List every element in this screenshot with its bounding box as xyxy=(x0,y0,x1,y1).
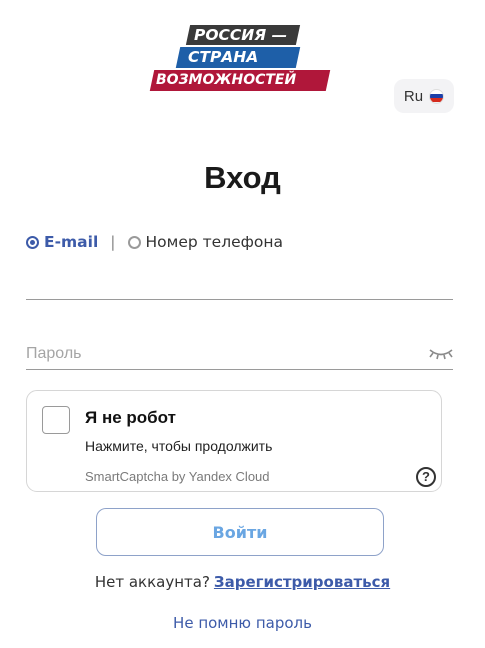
tab-separator: | xyxy=(110,233,116,251)
language-switcher[interactable]: Ru xyxy=(394,79,454,113)
logo-line2: СТРАНА xyxy=(188,48,259,66)
language-label: Ru xyxy=(403,87,424,105)
tab-phone-label: Номер телефона xyxy=(145,233,284,251)
register-link[interactable]: Зарегистрироваться xyxy=(214,573,390,591)
tab-email[interactable]: E-mail xyxy=(26,233,98,251)
register-prompt-text: Нет аккаунта? xyxy=(94,573,210,591)
captcha-title: Я не робот xyxy=(85,408,176,427)
login-method-tabs: E-mail | Номер телефона xyxy=(26,233,283,251)
logo-line1: РОССИЯ — xyxy=(194,26,288,44)
register-prompt: Нет аккаунта? Зарегистрироваться xyxy=(0,573,485,591)
captcha-widget: Я не робот Нажмите, чтобы продолжить Sma… xyxy=(26,390,442,492)
logo: РОССИЯ — СТРАНА ВОЗМОЖНОСТЕЙ xyxy=(149,25,331,95)
forgot-password-link[interactable]: Не помню пароль xyxy=(0,614,485,632)
tab-email-label: E-mail xyxy=(44,233,99,251)
radio-unselected-icon xyxy=(127,235,141,249)
captcha-brand: SmartCaptcha by Yandex Cloud xyxy=(85,469,270,484)
eye-closed-icon[interactable] xyxy=(428,347,454,361)
password-input[interactable] xyxy=(26,338,453,370)
tab-phone[interactable]: Номер телефона xyxy=(127,233,284,251)
captcha-subtitle: Нажмите, чтобы продолжить xyxy=(85,438,273,454)
captcha-checkbox[interactable] xyxy=(42,406,70,434)
radio-selected-icon xyxy=(26,235,39,249)
logo-line3: ВОЗМОЖНОСТЕЙ xyxy=(156,72,297,88)
page-title: Вход xyxy=(204,160,281,195)
email-input[interactable] xyxy=(26,268,453,300)
help-icon[interactable]: ? xyxy=(416,467,436,487)
russia-flag-icon xyxy=(429,88,445,104)
login-button[interactable]: Войти xyxy=(96,508,384,556)
